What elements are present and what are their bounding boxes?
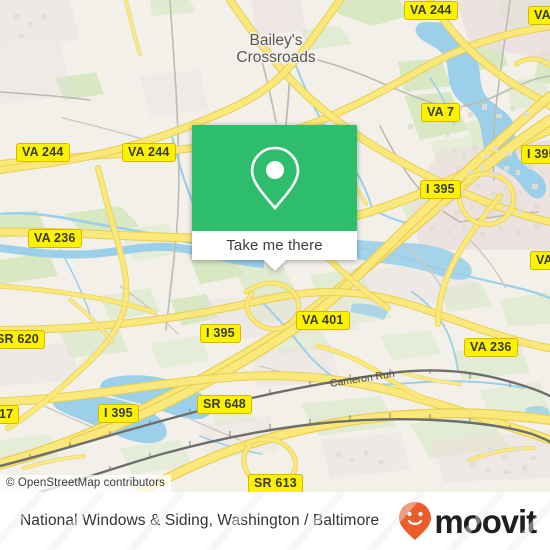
moovit-logo[interactable]: moovit <box>398 501 537 541</box>
road-shield-i-395-right[interactable]: I 395 <box>521 145 550 164</box>
road-shield-va-401[interactable]: VA 401 <box>296 311 350 330</box>
road-shield-va-244-top[interactable]: VA 244 <box>404 1 458 20</box>
road-shield-17[interactable]: 17 <box>0 405 20 424</box>
moovit-wordmark: moovit <box>434 502 537 540</box>
road-shield-sr-620[interactable]: SR 620 <box>0 330 45 349</box>
road-shield-va-topright[interactable]: VA <box>528 6 550 25</box>
map-attribution[interactable]: © OpenStreetMap contributors <box>0 475 171 492</box>
take-me-there-label: Take me there <box>226 237 323 254</box>
moovit-smiley-pin-icon <box>399 502 432 540</box>
road-shield-i-395-lower[interactable]: I 395 <box>98 404 139 423</box>
road-shield-i-395-mid[interactable]: I 395 <box>200 324 241 343</box>
road-shield-i-395-upper[interactable]: I 395 <box>420 180 461 199</box>
road-shield-sr-613[interactable]: SR 613 <box>248 474 303 492</box>
map-popup-card[interactable]: Take me there <box>192 125 357 271</box>
take-me-there-button[interactable]: Take me there <box>192 231 357 260</box>
road-shield-va-right[interactable]: VA <box>530 251 550 270</box>
location-title: National Windows & Siding, Washington / … <box>20 512 380 529</box>
road-shield-va-236-right[interactable]: VA 236 <box>464 338 518 357</box>
road-shield-va-236-left[interactable]: VA 236 <box>28 229 82 248</box>
road-shield-va-7[interactable]: VA 7 <box>421 103 461 122</box>
popup-image-area <box>192 125 357 231</box>
screenshot-root: .wtr{fill:#9cd0ea;} .grn{fill:#d7e8c3;} … <box>0 0 550 550</box>
road-shield-va-244-left[interactable]: VA 244 <box>16 143 70 162</box>
footer-bar: National Windows & Siding, Washington / … <box>0 492 550 550</box>
popup-tail-pointer <box>263 260 286 271</box>
road-shield-sr-648[interactable]: SR 648 <box>197 395 252 414</box>
map-pin-icon <box>250 146 299 211</box>
road-shield-va-244-mid[interactable]: VA 244 <box>122 143 176 162</box>
map-place-label-baileys-crossroads: Bailey's Crossroads <box>236 32 315 66</box>
place-label-line1: Bailey's <box>249 32 303 49</box>
place-label-line2: Crossroads <box>236 49 316 66</box>
